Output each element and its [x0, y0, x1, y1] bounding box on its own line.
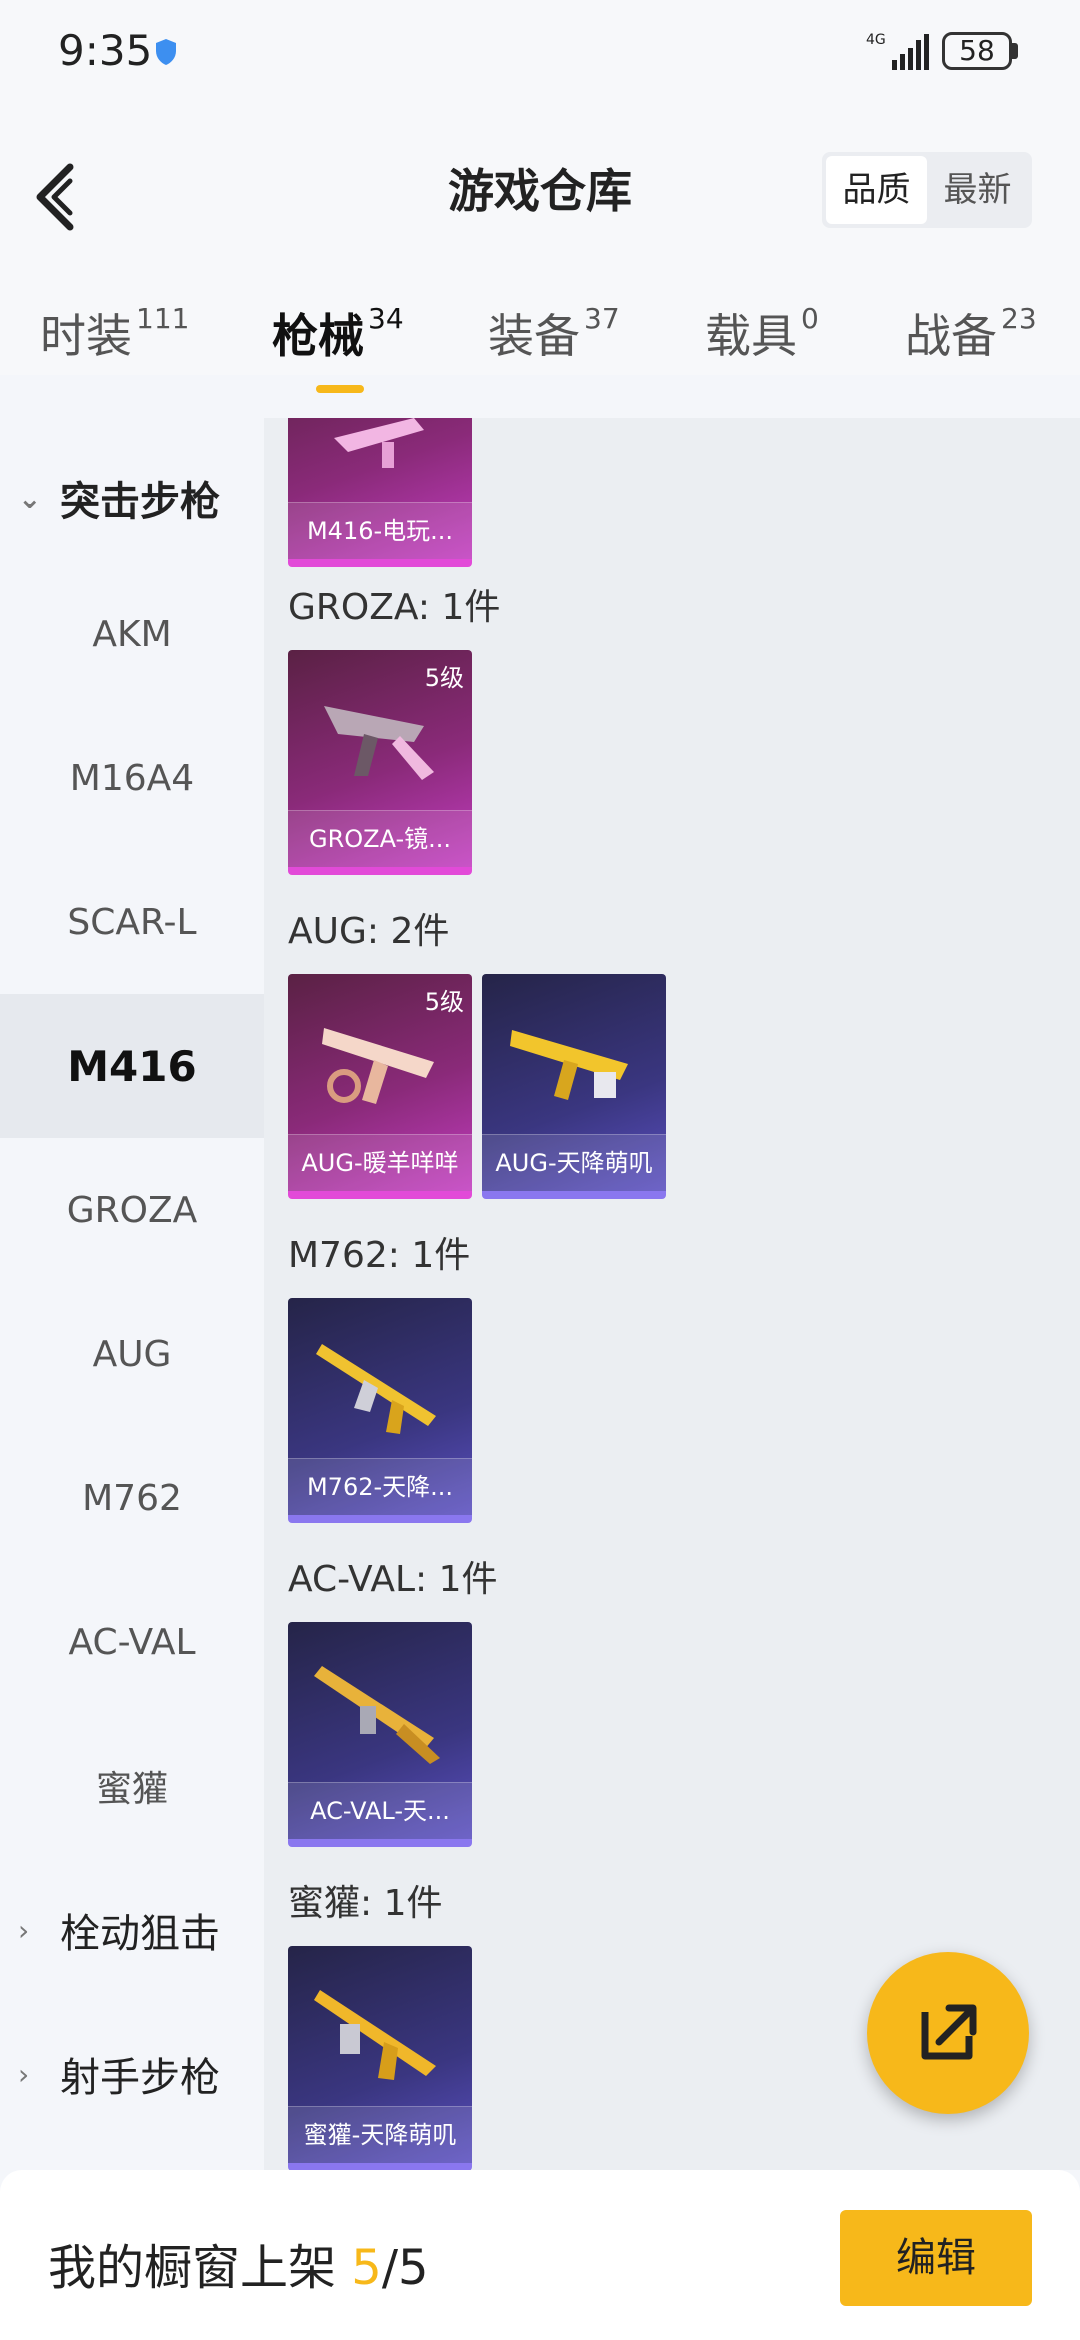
weapon-image — [324, 706, 434, 780]
tab-guns[interactable]: 枪械 34 — [272, 300, 404, 366]
tab-label: 枪械 — [272, 309, 364, 363]
sidebar-item-akm[interactable]: AKM — [0, 562, 264, 706]
edit-button[interactable]: 编辑 — [840, 2210, 1032, 2306]
skin-card[interactable]: AUG-天降萌叽 — [482, 974, 666, 1199]
section-title-groza: GROZA: 1件 — [288, 587, 501, 628]
section-title-honey-badger: 蜜獾: 1件 — [288, 1883, 443, 1924]
bottom-bar: 我的橱窗上架 5/5 编辑 — [0, 2170, 1080, 2340]
skin-name: AUG-天降萌叽 — [482, 1134, 666, 1191]
sidebar-item-m16a4[interactable]: M16A4 — [0, 706, 264, 850]
tab-count: 111 — [136, 302, 190, 335]
skin-name: AC-VAL-天... — [288, 1782, 472, 1839]
showcase-total: /5 — [381, 2240, 429, 2296]
tab-label: 载具 — [705, 309, 797, 363]
sidebar-item-ac-val[interactable]: AC-VAL — [0, 1570, 264, 1714]
weapon-image — [510, 1030, 628, 1100]
showcase-label: 我的橱窗上架 — [48, 2240, 337, 2296]
share-button[interactable] — [867, 1952, 1029, 2114]
section-title-ac-val: AC-VAL: 1件 — [288, 1559, 498, 1600]
sidebar-group-marksman[interactable]: › 射手步枪 — [0, 2002, 264, 2146]
tab-vehicles[interactable]: 载具 0 — [705, 300, 819, 366]
sidebar-item-groza[interactable]: GROZA — [0, 1138, 264, 1282]
sort-newest[interactable]: 最新 — [927, 156, 1028, 224]
shield-icon — [156, 39, 176, 65]
sort-quality[interactable]: 品质 — [826, 156, 927, 224]
active-tab-indicator — [316, 385, 364, 393]
chevron-right-icon: › — [18, 2057, 30, 2091]
sidebar-group-label: 突击步枪 — [60, 479, 220, 525]
skin-name: M762-天降... — [288, 1458, 472, 1515]
weapon-image — [314, 1990, 436, 2080]
tab-count: 23 — [1001, 302, 1037, 335]
sidebar-item-aug[interactable]: AUG — [0, 1282, 264, 1426]
tab-label: 装备 — [488, 309, 580, 363]
tab-fashion[interactable]: 时装 111 — [40, 300, 189, 366]
chevron-right-icon: › — [18, 1913, 30, 1947]
battery-icon: 58 — [942, 32, 1012, 70]
skin-card[interactable]: M416-电玩... — [288, 418, 472, 567]
sidebar: ⌄ 突击步枪 AKM M16A4 SCAR-L M416 GROZA AUG M… — [0, 418, 264, 2170]
sidebar-item-honey-badger[interactable]: 蜜獾 — [0, 1714, 264, 1858]
share-icon — [921, 2004, 977, 2060]
showcase-current: 5 — [351, 2240, 382, 2296]
skin-card[interactable]: 蜜獾-天降萌叽 — [288, 1946, 472, 2170]
weapon-image — [322, 1028, 434, 1104]
header: 游戏仓库 品质 最新 时装 111 枪械 34 装备 37 载具 0 战备 23 — [0, 105, 1080, 375]
weapon-image — [316, 1344, 436, 1434]
skin-card[interactable]: AC-VAL-天... — [288, 1622, 472, 1847]
tab-supplies[interactable]: 战备 23 — [905, 300, 1037, 366]
skin-name: GROZA-镜... — [288, 810, 472, 867]
category-tabs: 时装 111 枪械 34 装备 37 载具 0 战备 23 — [0, 300, 1080, 400]
weapon-image — [314, 1666, 440, 1764]
skin-card[interactable]: 5级 AUG-暖羊咩咩 — [288, 974, 472, 1199]
sidebar-group-label: 射手步枪 — [60, 2055, 220, 2101]
skin-name: M416-电玩... — [288, 502, 472, 559]
sidebar-group-bolt-sniper[interactable]: › 栓动狙击 — [0, 1858, 264, 2002]
skin-name: 蜜獾-天降萌叽 — [288, 2106, 472, 2163]
tab-label: 战备 — [905, 309, 997, 363]
tab-count: 34 — [368, 302, 404, 335]
sidebar-group-label: 栓动狙击 — [60, 1911, 220, 1957]
skin-name: AUG-暖羊咩咩 — [288, 1134, 472, 1191]
chevron-down-icon: ⌄ — [18, 481, 42, 515]
tab-label: 时装 — [40, 309, 132, 363]
tab-count: 37 — [584, 302, 620, 335]
weapon-list: M416-电玩... GROZA: 1件 5级 GROZA-镜... AUG: … — [264, 418, 1080, 2170]
status-bar: 9:35 4G 58 — [0, 0, 1080, 105]
section-title-aug: AUG: 2件 — [288, 911, 450, 952]
tab-count: 0 — [801, 302, 819, 335]
skin-card[interactable]: M762-天降... — [288, 1298, 472, 1523]
section-title-m762: M762: 1件 — [288, 1235, 471, 1276]
status-time: 9:35 — [58, 26, 153, 75]
battery-tip — [1012, 43, 1018, 59]
sort-toggle: 品质 最新 — [822, 152, 1032, 228]
weapon-image — [334, 418, 424, 468]
sidebar-item-m762[interactable]: M762 — [0, 1426, 264, 1570]
network-label: 4G — [866, 32, 886, 48]
sidebar-item-scar-l[interactable]: SCAR-L — [0, 850, 264, 994]
skin-card[interactable]: 5级 GROZA-镜... — [288, 650, 472, 875]
tab-equipment[interactable]: 装备 37 — [488, 300, 620, 366]
showcase-status: 我的橱窗上架 5/5 — [48, 2228, 429, 2298]
signal-icon: 4G — [866, 32, 929, 70]
sidebar-item-m416[interactable]: M416 — [0, 994, 264, 1138]
battery-level: 58 — [959, 34, 995, 67]
sidebar-group-assault-rifle[interactable]: ⌄ 突击步枪 — [0, 426, 264, 570]
